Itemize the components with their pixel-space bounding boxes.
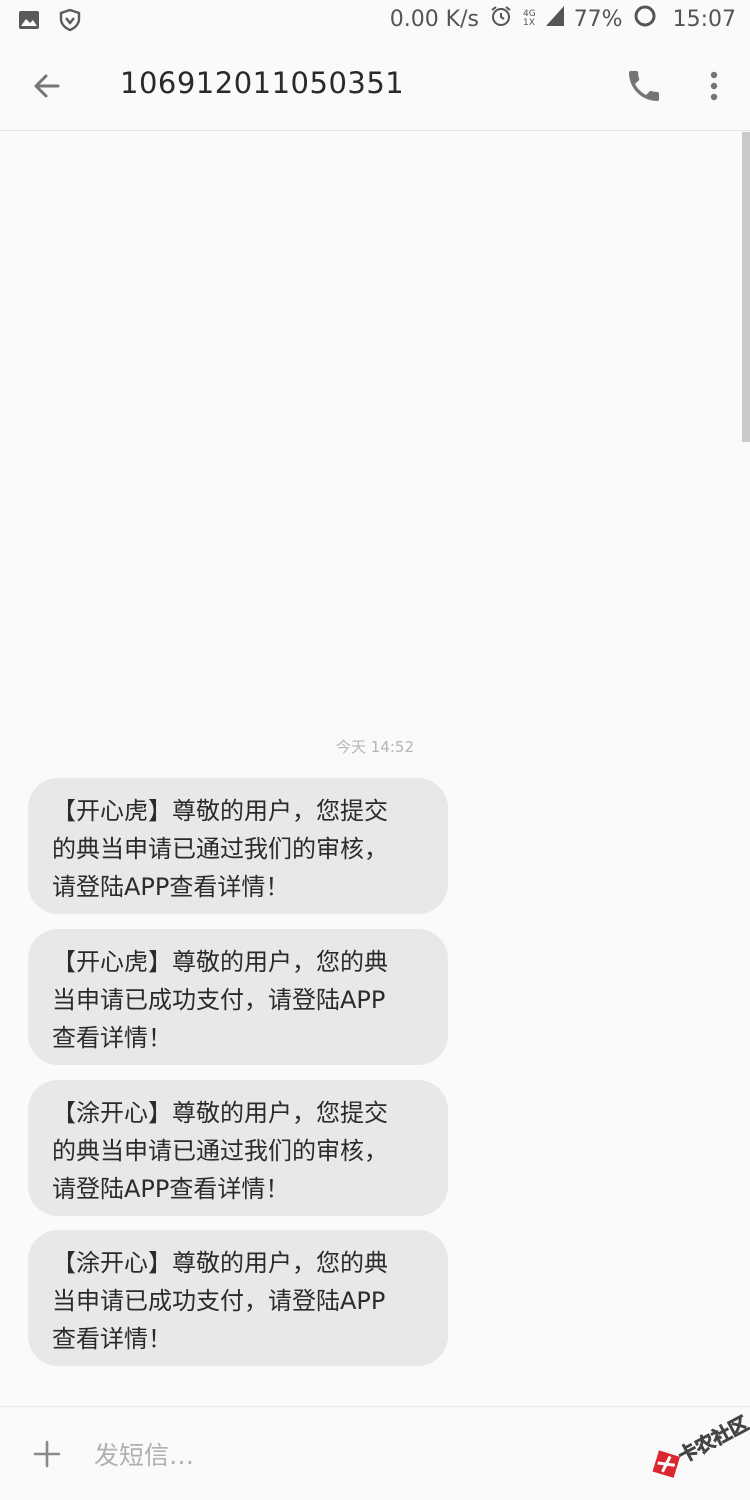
signal-icon	[545, 6, 564, 32]
battery-percent: 77%	[573, 6, 623, 32]
message-line: 请登陆APP查看详情！	[52, 1175, 290, 1203]
watermark-logo: 卡农社区	[640, 1408, 750, 1488]
message-line: 查看详情！	[52, 1325, 172, 1353]
message-timestamp: 今天 14:52	[336, 738, 414, 756]
contact-number-title: 106912011050351	[120, 66, 405, 100]
sms-conversation-screen: 0.00 K/s 4G 1X 77% 15:07 106912011050351…	[0, 0, 750, 1500]
network-type-icon: 4G 1X	[522, 9, 536, 28]
alarm-icon	[489, 4, 513, 34]
add-attachment-button[interactable]	[30, 1437, 64, 1471]
clock: 15:07	[672, 6, 736, 32]
more-vert-icon	[710, 71, 718, 101]
message-bubble[interactable]: 【开心虎】尊敬的用户，您提交 的典当申请已通过我们的审核， 请登陆APP查看详情…	[28, 778, 448, 914]
message-line: 请登陆APP查看详情！	[52, 873, 290, 901]
back-arrow-icon	[34, 74, 60, 98]
back-button[interactable]	[28, 66, 68, 106]
message-bubble[interactable]: 【涂开心】尊敬的用户，您的典 当申请已成功支付，请登陆APP 查看详情！	[28, 1230, 448, 1366]
shield-icon	[58, 8, 82, 38]
message-bubble[interactable]: 【涂开心】尊敬的用户，您提交 的典当申请已通过我们的审核， 请登陆APP查看详情…	[28, 1080, 448, 1216]
compose-bar	[0, 1406, 750, 1500]
phone-icon	[629, 71, 659, 101]
message-line: 当申请已成功支付，请登陆APP	[52, 1287, 386, 1315]
message-bubble[interactable]: 【开心虎】尊敬的用户，您的典 当申请已成功支付，请登陆APP 查看详情！	[28, 929, 448, 1065]
message-line: 【涂开心】尊敬的用户，您提交	[52, 1099, 388, 1127]
plus-icon	[33, 1440, 61, 1468]
message-line: 的典当申请已通过我们的审核，	[52, 1137, 388, 1165]
message-line: 【开心虎】尊敬的用户，您提交	[52, 797, 388, 825]
message-input[interactable]	[92, 1433, 596, 1477]
status-bar: 0.00 K/s 4G 1X 77% 15:07	[0, 0, 750, 44]
status-right: 0.00 K/s 4G 1X 77% 15:07	[390, 4, 736, 34]
message-line: 当申请已成功支付，请登陆APP	[52, 986, 386, 1014]
message-line: 的典当申请已通过我们的审核，	[52, 835, 388, 863]
gallery-icon	[18, 9, 40, 37]
message-line: 【涂开心】尊敬的用户，您的典	[52, 1249, 388, 1277]
scrollbar[interactable]	[742, 132, 750, 442]
svg-text:卡农社区: 卡农社区	[674, 1412, 750, 1468]
call-button[interactable]	[624, 66, 664, 106]
conversation-header: 106912011050351	[0, 44, 750, 131]
battery-ring-icon	[633, 4, 657, 34]
status-left	[18, 8, 82, 38]
message-line: 查看详情！	[52, 1024, 172, 1052]
network-speed: 0.00 K/s	[389, 6, 479, 32]
message-line: 【开心虎】尊敬的用户，您的典	[52, 948, 388, 976]
more-options-button[interactable]	[700, 66, 728, 106]
